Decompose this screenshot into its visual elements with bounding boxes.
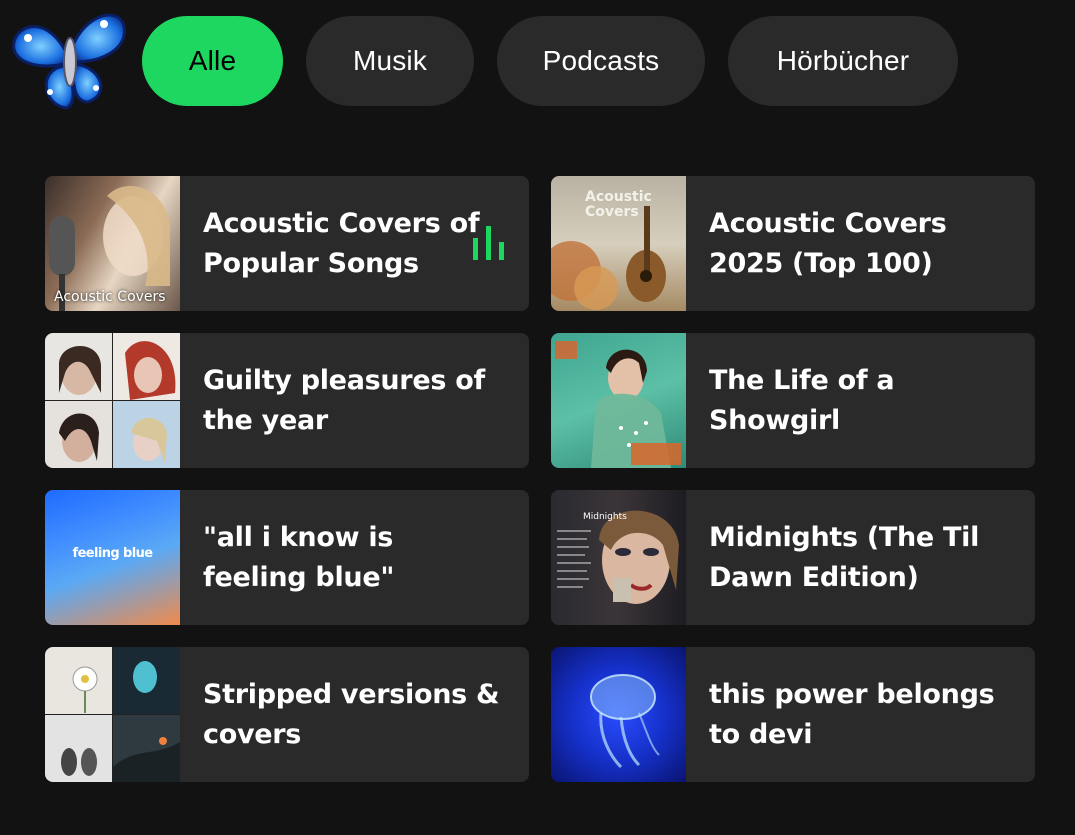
playlist-card[interactable]: Acoustic Covers Acoustic Covers of Popul… <box>45 176 529 311</box>
playlist-cover <box>551 333 686 468</box>
filter-chip-music[interactable]: Musik <box>306 16 474 106</box>
playlist-title: "all i know is feeling blue" <box>203 521 395 593</box>
playlist-title: Acoustic Covers of Popular Songs <box>203 207 480 279</box>
filter-chip-audiobooks[interactable]: Hörbücher <box>728 16 958 106</box>
playlist-title: Acoustic Covers 2025 (Top 100) <box>709 207 947 279</box>
playlist-cover <box>45 333 180 468</box>
playlist-card[interactable]: this power belongs to devi <box>551 647 1035 782</box>
cover-label: feeling blue <box>72 546 154 561</box>
playlist-cover <box>551 647 686 782</box>
cover-label: Acoustic Covers <box>54 289 166 305</box>
playlist-cover: Acoustic Covers <box>45 176 180 311</box>
playlist-title: The Life of a Showgirl <box>709 364 895 436</box>
playlist-card[interactable]: Acoustic Covers Acoustic Covers 2025 (To… <box>551 176 1035 311</box>
playlist-card[interactable]: feeling blue "all i know is feeling blue… <box>45 490 529 625</box>
cover-label: Acoustic Covers <box>585 189 652 220</box>
cover-art <box>45 333 180 468</box>
playlist-title: Stripped versions & covers <box>203 678 500 750</box>
cover-art <box>555 341 681 468</box>
filter-chip-all[interactable]: Alle <box>142 16 283 106</box>
playlist-card[interactable]: Stripped versions & covers <box>45 647 529 782</box>
cover-art <box>557 510 679 604</box>
playlist-cover <box>45 647 180 782</box>
playlist-cover: feeling blue <box>45 490 180 625</box>
playlist-card[interactable]: The Life of a Showgirl <box>551 333 1035 468</box>
playlist-cover: Midnights <box>551 490 686 625</box>
playlist-title: Midnights (The Til Dawn Edition) <box>709 521 980 593</box>
cover-art <box>590 674 660 769</box>
filter-chips: Alle Musik Podcasts Hörbücher <box>0 0 1075 120</box>
playlist-cover: Acoustic Covers <box>551 176 686 311</box>
playlist-title: Guilty pleasures of the year <box>203 364 485 436</box>
equalizer-bars-icon <box>473 226 504 260</box>
playlist-card[interactable]: Guilty pleasures of the year <box>45 333 529 468</box>
playlist-card[interactable]: Midnights Midnights (The Til Dawn Editio… <box>551 490 1035 625</box>
playlist-title: this power belongs to devi <box>709 678 995 750</box>
cover-label: Midnights <box>583 512 627 522</box>
filter-chip-podcasts[interactable]: Podcasts <box>497 16 705 106</box>
cover-art <box>45 647 180 782</box>
